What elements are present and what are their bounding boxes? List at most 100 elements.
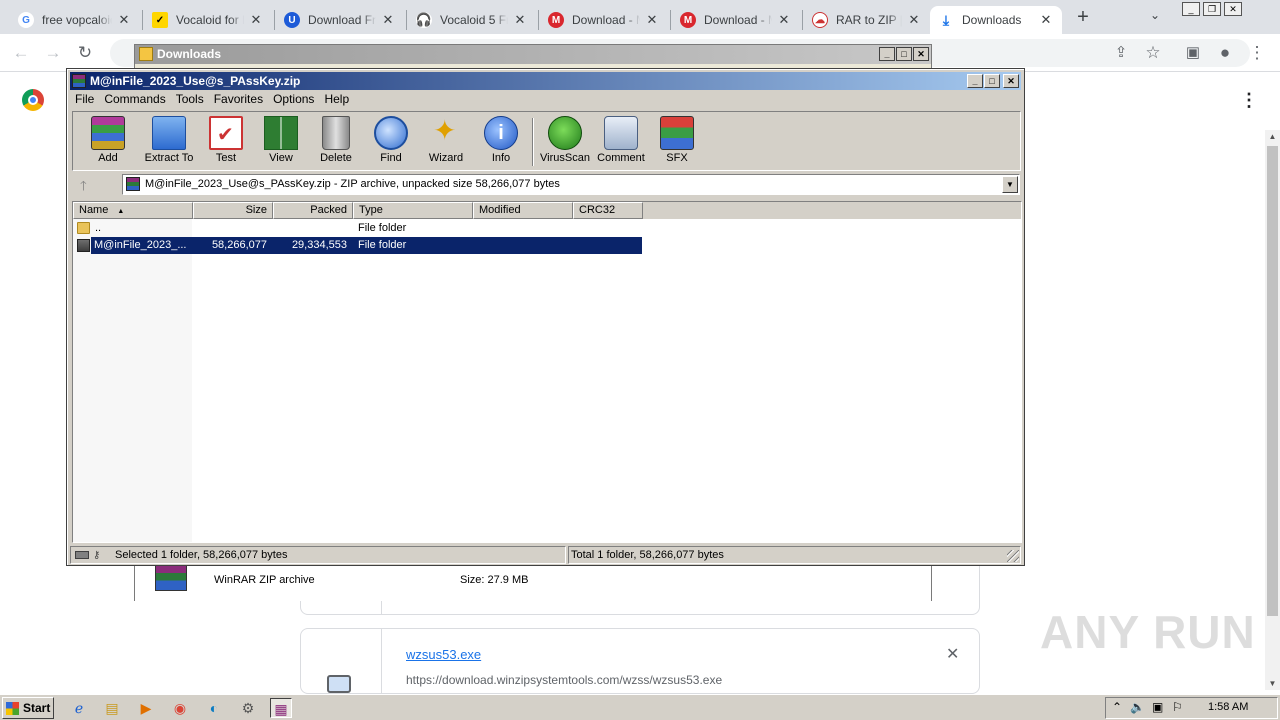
scroll-up-arrow-icon[interactable]: ▲: [1265, 132, 1280, 141]
back-icon[interactable]: ←: [10, 42, 32, 64]
file-name: ..: [95, 222, 102, 234]
sfx-button[interactable]: SFX: [649, 116, 705, 168]
start-button[interactable]: Start: [2, 697, 54, 719]
network-icon[interactable]: ▣: [1152, 700, 1163, 714]
chrome-icon[interactable]: ◉: [169, 698, 191, 718]
ie-icon[interactable]: ℯ: [68, 698, 90, 718]
close-icon[interactable]: ✕: [248, 12, 264, 28]
winrar-address-row: 🡑 M@inFile_2023_Use@s_PAssKey.zip - ZIP …: [72, 173, 1021, 197]
close-icon[interactable]: ✕: [380, 12, 396, 28]
menu-options[interactable]: Options: [268, 90, 319, 108]
tab-separator: [538, 10, 539, 30]
winrar-window: M@inFile_2023_Use@s_PAssKey.zip _ □ ✕ Fi…: [66, 68, 1025, 566]
winrar-archive-icon: [155, 565, 187, 591]
tab-downloads[interactable]: ⤓ Downloads ✕: [930, 6, 1062, 34]
column-header-packed[interactable]: Packed: [273, 202, 353, 219]
winrar-taskbar-icon[interactable]: ▦: [270, 698, 292, 718]
share-icon[interactable]: ⇪: [1110, 42, 1132, 64]
clock[interactable]: 1:58 AM: [1208, 701, 1248, 713]
test-button[interactable]: Test: [198, 116, 254, 168]
close-icon[interactable]: ✕: [116, 12, 132, 28]
delete-button[interactable]: Delete: [308, 116, 364, 168]
menu-favorites[interactable]: Favorites: [209, 90, 268, 108]
remove-download-close-icon[interactable]: ✕: [946, 644, 959, 664]
reload-icon[interactable]: ↻: [74, 42, 96, 64]
close-window-button[interactable]: ✕: [913, 47, 929, 61]
mega-icon: M: [548, 12, 564, 28]
menu-help[interactable]: Help: [319, 90, 354, 108]
forward-icon[interactable]: →: [42, 42, 64, 64]
tab-search-icon[interactable]: ⌄: [1150, 8, 1160, 22]
column-header-size[interactable]: Size: [193, 202, 273, 219]
add-button[interactable]: Add: [80, 116, 136, 168]
column-header-modified[interactable]: Modified: [473, 202, 573, 219]
tab-vocaloid5[interactable]: 🎧 Vocaloid 5 Fre ✕: [408, 6, 536, 34]
minimize-button[interactable]: _: [879, 47, 895, 61]
volume-icon[interactable]: 🔈: [1130, 700, 1145, 714]
close-icon[interactable]: ✕: [1038, 12, 1054, 28]
edge-icon[interactable]: ◐: [203, 698, 225, 718]
winrar-window-controls: _ □ ✕: [967, 74, 1019, 88]
comment-button[interactable]: Comment: [593, 116, 649, 168]
menu-commands[interactable]: Commands: [99, 90, 170, 108]
tab-mega-2[interactable]: M Download - M ✕: [672, 6, 800, 34]
close-icon[interactable]: ✕: [906, 12, 922, 28]
find-button[interactable]: Find: [363, 116, 419, 168]
resize-grip[interactable]: [1007, 550, 1019, 562]
side-panel-icon[interactable]: ▣: [1182, 42, 1204, 64]
info-button[interactable]: i Info: [473, 116, 529, 168]
close-icon[interactable]: ✕: [512, 12, 528, 28]
task-manager-icon[interactable]: ⚙: [237, 698, 259, 718]
column-header-crc32[interactable]: CRC32: [573, 202, 643, 219]
start-label: Start: [23, 701, 51, 715]
download-file-link[interactable]: wzsus53.exe: [406, 647, 481, 662]
action-center-flag-icon[interactable]: ⚐: [1172, 700, 1183, 714]
page-scrollbar[interactable]: ▲ ▼: [1265, 130, 1280, 690]
tab-vocaloid[interactable]: ✓ Vocaloid for P ✕: [144, 6, 272, 34]
tab-download-free[interactable]: U Download Fre ✕: [276, 6, 404, 34]
menu-icon[interactable]: ⋮: [1246, 42, 1268, 64]
explorer-folder-icon[interactable]: ▤: [101, 698, 123, 718]
media-player-icon[interactable]: ▶: [135, 698, 157, 718]
profile-icon[interactable]: ●: [1214, 42, 1236, 64]
winrar-icon: [126, 177, 140, 191]
up-one-level-arrow-icon[interactable]: 🡑: [80, 177, 87, 199]
tab-mega-1[interactable]: M Download - M ✕: [540, 6, 668, 34]
file-size-label: Size: 27.9 MB: [460, 574, 529, 586]
close-window-button[interactable]: ✕: [1224, 2, 1242, 16]
dropdown-arrow-icon[interactable]: ▼: [1002, 176, 1018, 193]
watermark-logo: ANY RUN: [1040, 606, 1256, 658]
more-options-icon[interactable]: ⋮: [1240, 90, 1258, 111]
maximize-button[interactable]: □: [984, 74, 1000, 88]
show-hidden-icons-icon[interactable]: ⌃: [1112, 700, 1122, 714]
minimize-button[interactable]: _: [967, 74, 983, 88]
column-header-type[interactable]: Type: [353, 202, 473, 219]
extract-to-button[interactable]: Extract To: [138, 116, 200, 168]
maximize-button[interactable]: □: [896, 47, 912, 61]
winrar-titlebar[interactable]: M@inFile_2023_Use@s_PAssKey.zip _ □ ✕: [70, 72, 1021, 90]
archive-path-combobox[interactable]: M@inFile_2023_Use@s_PAssKey.zip - ZIP ar…: [122, 174, 1020, 195]
view-button[interactable]: View: [253, 116, 309, 168]
table-row[interactable]: .. File folder: [73, 220, 1021, 237]
new-tab-button[interactable]: +: [1072, 6, 1094, 28]
scroll-down-arrow-icon[interactable]: ▼: [1265, 679, 1280, 688]
close-icon[interactable]: ✕: [644, 12, 660, 28]
minimize-button[interactable]: _: [1182, 2, 1200, 16]
close-icon[interactable]: ✕: [776, 12, 792, 28]
wizard-button[interactable]: Wizard: [418, 114, 474, 168]
menu-file[interactable]: File: [70, 90, 99, 108]
menu-tools[interactable]: Tools: [171, 90, 209, 108]
tab-rar-to-zip[interactable]: ☁ RAR to ZIP | C ✕: [804, 6, 930, 34]
folder-icon: [77, 222, 90, 234]
table-row-selected[interactable]: M@inFile_2023_... 58,266,077 29,334,553 …: [73, 237, 1021, 254]
scrollbar-thumb[interactable]: [1267, 146, 1278, 616]
file-type-label: WinRAR ZIP archive: [214, 574, 315, 586]
tab-google-search[interactable]: G free vopcaloid ✕: [10, 6, 140, 34]
key-icon: ⚷: [93, 550, 101, 561]
column-header-name[interactable]: Name ▲: [73, 202, 193, 219]
bookmark-star-icon[interactable]: ☆: [1142, 42, 1164, 64]
tab-strip: G free vopcaloid ✕ ✓ Vocaloid for P ✕ U …: [0, 0, 1280, 34]
virusscan-button[interactable]: VirusScan: [537, 116, 593, 168]
restore-button[interactable]: ❐: [1203, 2, 1221, 16]
close-window-button[interactable]: ✕: [1003, 74, 1019, 88]
